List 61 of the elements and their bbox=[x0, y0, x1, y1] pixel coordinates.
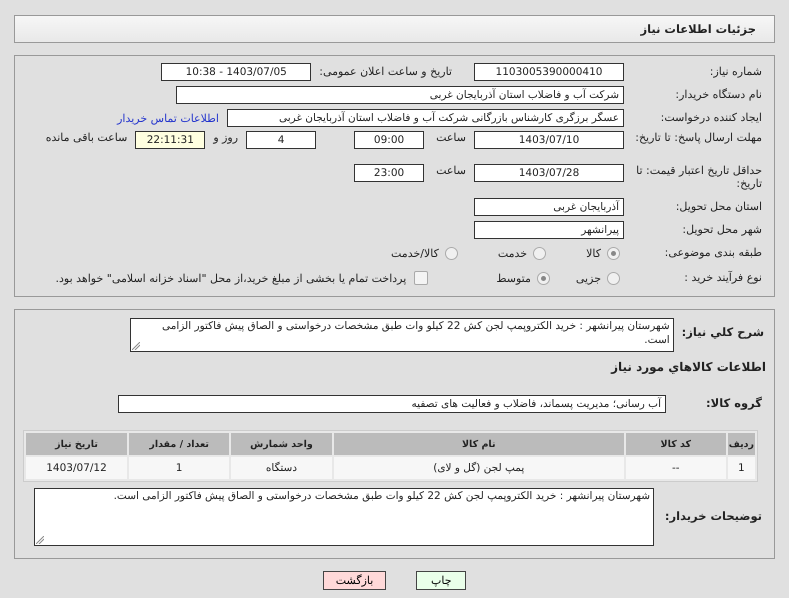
field-label: توضیحات خریدار: bbox=[664, 510, 762, 524]
days-label: روز و bbox=[213, 131, 238, 144]
column-header: تعداد / مقدار bbox=[129, 433, 230, 455]
field-label: استان محل تحویل: bbox=[674, 200, 762, 214]
column-header: کد کالا bbox=[626, 433, 726, 455]
description-box: شهرستان پیرانشهر : خرید الکتروپمپ لجن کش 22 کیلو وات طبق مشخصات درخواستی و الصاق پیش فاکتور الزامی است. bbox=[130, 318, 674, 352]
column-header: ردیف bbox=[728, 433, 755, 455]
validity-time-field: 23:00 bbox=[354, 164, 424, 182]
city-field: پیرانشهر bbox=[474, 221, 624, 239]
goods-group-field: آب رسانی؛ مدیریت پسماند، فاضلاب و فعالیت های تصفیه bbox=[118, 395, 666, 413]
section-title: اطلاعات کالاهاي مورد نياز bbox=[610, 359, 766, 376]
deadline-date-field: 1403/07/10 bbox=[474, 131, 624, 149]
radio-button[interactable] bbox=[607, 272, 620, 284]
radio-button[interactable] bbox=[533, 246, 546, 260]
radio-label: متوسط bbox=[496, 272, 531, 284]
radio-button[interactable] bbox=[536, 272, 550, 284]
column-header: نام کالا bbox=[334, 433, 624, 455]
table-cell: 1 bbox=[129, 457, 230, 479]
buyer-contact-link[interactable]: اطلاعات تماس خریدار bbox=[117, 112, 219, 124]
field-label: مهلت ارسال پاسخ: تا تاریخ: bbox=[634, 131, 762, 144]
validity-date-field: 1403/07/28 bbox=[474, 164, 624, 182]
page-header: جزئیات اطلاعات نیاز bbox=[14, 15, 775, 43]
column-header: واحد شمارش bbox=[231, 433, 332, 455]
province-field: آذربایجان غربی bbox=[474, 198, 624, 216]
table-cell: پمپ لجن (گل و لای) bbox=[334, 457, 624, 479]
field-label: تاریخ و ساعت اعلان عمومی: bbox=[319, 65, 452, 79]
field-label: شماره نیاز: bbox=[708, 65, 762, 79]
need-number-field: 1103005390000410 bbox=[474, 63, 624, 81]
field-label: طبقه بندی موضوعی: bbox=[664, 246, 762, 260]
remaining-time-field: 22:11:31 bbox=[135, 131, 206, 149]
radio-label: جزیی bbox=[576, 272, 601, 284]
column-header: تاریخ نیاز bbox=[26, 433, 128, 455]
back-button[interactable]: بازگشت bbox=[322, 571, 386, 590]
table-cell: دستگاه bbox=[231, 457, 332, 479]
requester-field: عسگر برزگری کارشناس بازرگانی شرکت آب و فاضلاب استان آذربایجان غربی bbox=[227, 109, 624, 127]
field-label: حداقل تاریخ اعتبار قیمت: تا تاریخ: bbox=[635, 164, 762, 190]
buyer-notes-box: شهرستان پیرانشهر : خرید الکتروپمپ لجن کش 22 کیلو وات طبق مشخصات درخواستی و الصاق پیش فاکتور الزامی است. bbox=[34, 488, 654, 546]
field-label: نوع فرآیند خرید : bbox=[683, 271, 762, 285]
radio-label: کالا bbox=[586, 246, 601, 260]
deadline-time-field: 09:00 bbox=[354, 131, 424, 149]
field-label: شرح کلي نياز: bbox=[682, 326, 764, 340]
print-button[interactable]: چاپ bbox=[416, 571, 466, 590]
time-label: ساعت bbox=[436, 131, 466, 144]
radio-label: خدمت bbox=[498, 246, 528, 260]
remaining-label: ساعت باقی مانده bbox=[46, 131, 128, 144]
treasury-note: پرداخت تمام یا بخشی از مبلغ خرید،از محل "اسناد خزانه اسلامی" خواهد بود. bbox=[56, 272, 406, 284]
table-cell: -- bbox=[626, 457, 726, 479]
treasury-checkbox[interactable] bbox=[414, 271, 428, 285]
radio-label: کالا/خدمت bbox=[391, 246, 439, 260]
field-label: گروه کالا: bbox=[705, 397, 762, 411]
radio-button[interactable] bbox=[444, 246, 458, 260]
buyer-org-field: شرکت آب و فاضلاب استان آذربایجان غربی bbox=[176, 86, 624, 104]
announce-date-field: 1403/07/05 - 10:38 bbox=[161, 63, 312, 81]
field-label: نام دستگاه خریدار: bbox=[674, 88, 762, 102]
field-label: شهر محل تحویل: bbox=[681, 223, 762, 237]
field-label: ایجاد کننده درخواست: bbox=[660, 111, 762, 125]
table-cell: 1403/07/12 bbox=[26, 457, 128, 479]
time-label: ساعت bbox=[436, 164, 466, 177]
table-cell: 1 bbox=[728, 457, 755, 479]
radio-button[interactable] bbox=[607, 246, 620, 260]
days-field: 4 bbox=[246, 131, 316, 149]
